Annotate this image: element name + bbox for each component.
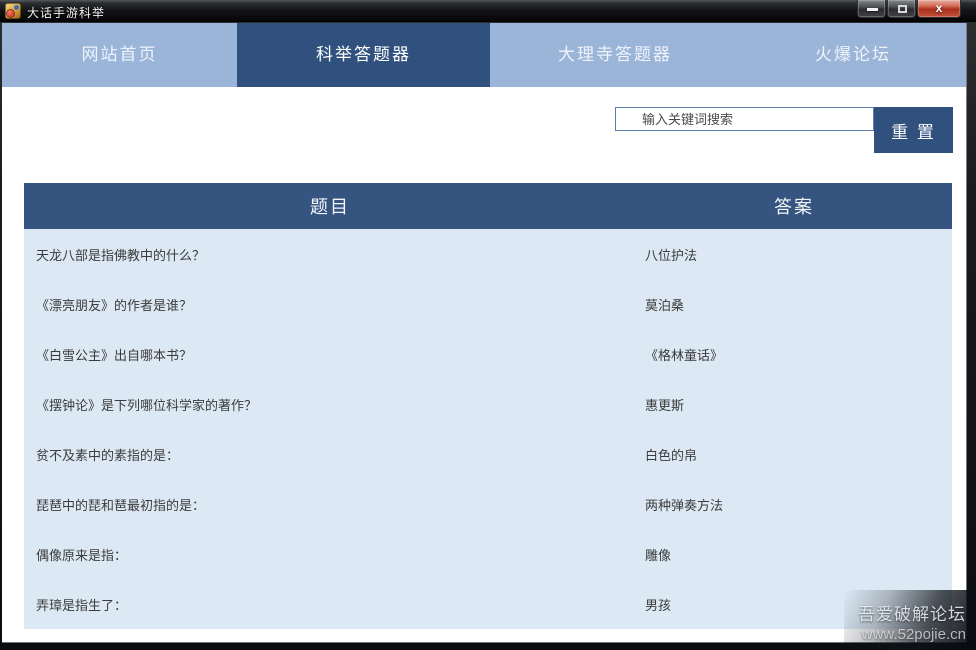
titlebar: 大话手游科举 x [0,0,976,22]
question-cell: 弄璋是指生了： [24,579,636,629]
maximize-icon [898,5,907,13]
search-area: 重 置 [2,87,966,183]
answer-cell: 白色的帛 [636,429,952,479]
nav-bar: 网站首页 科举答题器 大理寺答题器 火爆论坛 [2,23,966,87]
window-controls: x [857,0,961,18]
table-row: 《摆钟论》是下列哪位科学家的著作？ 惠更斯 [24,379,952,429]
table-row: 天龙八部是指佛教中的什么？ 八位护法 [24,229,952,279]
tab-site-home[interactable]: 网站首页 [2,23,237,87]
minimize-button[interactable] [857,0,886,18]
table-header: 题目 答案 [24,183,952,229]
table-row: 《漂亮朋友》的作者是谁？ 莫泊桑 [24,279,952,329]
table-row: 弄璋是指生了： 男孩 [24,579,952,629]
content-area: 网站首页 科举答题器 大理寺答题器 火爆论坛 重 置 题目 答案 天龙八部是指佛… [2,23,966,642]
question-cell: 《漂亮朋友》的作者是谁？ [24,279,636,329]
qa-table: 题目 答案 天龙八部是指佛教中的什么？ 八位护法 《漂亮朋友》的作者是谁？ 莫泊… [24,183,952,629]
question-cell: 《摆钟论》是下列哪位科学家的著作？ [24,379,636,429]
table-row: 《白雪公主》出自哪本书？ 《格林童话》 [24,329,952,379]
question-cell: 贫不及素中的素指的是： [24,429,636,479]
header-answer: 答案 [636,183,952,229]
answer-cell: 雕像 [636,529,952,579]
table-body: 天龙八部是指佛教中的什么？ 八位护法 《漂亮朋友》的作者是谁？ 莫泊桑 《白雪公… [24,229,952,629]
question-cell: 偶像原来是指： [24,529,636,579]
reset-button[interactable]: 重 置 [874,107,953,153]
answer-cell: 男孩 [636,579,952,629]
search-input[interactable] [615,107,874,131]
window-title: 大话手游科举 [27,4,105,21]
tab-keju-answerer[interactable]: 科举答题器 [237,23,490,87]
app-icon [5,3,21,19]
header-question: 题目 [24,183,636,229]
table-row: 贫不及素中的素指的是： 白色的帛 [24,429,952,479]
tab-forum[interactable]: 火爆论坛 [740,23,966,87]
answer-cell: 八位护法 [636,229,952,279]
table-row: 琵琶中的琵和琶最初指的是： 两种弹奏方法 [24,479,952,529]
answer-cell: 莫泊桑 [636,279,952,329]
tab-dalisi-answerer[interactable]: 大理寺答题器 [490,23,740,87]
question-cell: 《白雪公主》出自哪本书？ [24,329,636,379]
answer-cell: 两种弹奏方法 [636,479,952,529]
maximize-button[interactable] [887,0,916,18]
answer-cell: 《格林童话》 [636,329,952,379]
minimize-icon [867,8,878,11]
close-button[interactable]: x [917,0,961,18]
question-cell: 琵琶中的琵和琶最初指的是： [24,479,636,529]
app-window: 大话手游科举 x 网站首页 科举答题器 大理寺答题器 火爆论坛 重 置 [0,0,976,650]
answer-cell: 惠更斯 [636,379,952,429]
table-row: 偶像原来是指： 雕像 [24,529,952,579]
question-cell: 天龙八部是指佛教中的什么？ [24,229,636,279]
